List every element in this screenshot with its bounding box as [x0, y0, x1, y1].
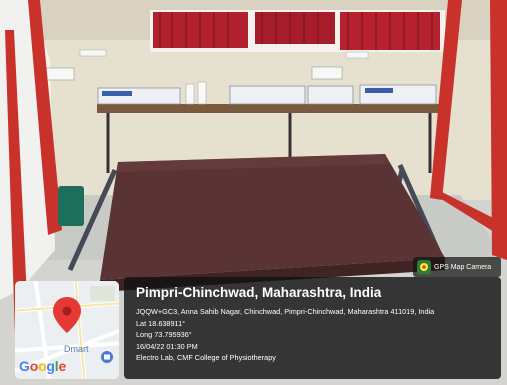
photo-stage: GPS Map Camera Dmart Google Pimpri-Chinc…	[0, 0, 507, 385]
latitude: Lat 18.638911°	[136, 318, 186, 328]
photo-note: Electro Lab, CMF College of Physiotherap…	[136, 353, 276, 363]
location-title: Pimpri-Chinchwad, Maharashtra, India	[136, 285, 382, 300]
treatment-table	[100, 154, 445, 292]
map-poi-label: Dmart	[64, 344, 89, 354]
location-address: JQQW+GC3, Anna Sahib Nagar, Chinchwad, P…	[136, 307, 435, 316]
store-pin-icon	[101, 351, 113, 363]
google-logo: Google	[19, 358, 67, 374]
gps-camera-icon	[417, 260, 431, 274]
longitude: Long 73.795936°	[136, 330, 192, 340]
map-thumbnail[interactable]: Dmart Google	[15, 281, 119, 379]
gps-map-camera-badge: GPS Map Camera	[413, 257, 501, 277]
location-info-panel: Pimpri-Chinchwad, Maharashtra, India JQQ…	[124, 277, 501, 379]
gps-badge-label: GPS Map Camera	[434, 263, 492, 271]
timestamp: 16/04/22 01:30 PM	[136, 341, 198, 351]
